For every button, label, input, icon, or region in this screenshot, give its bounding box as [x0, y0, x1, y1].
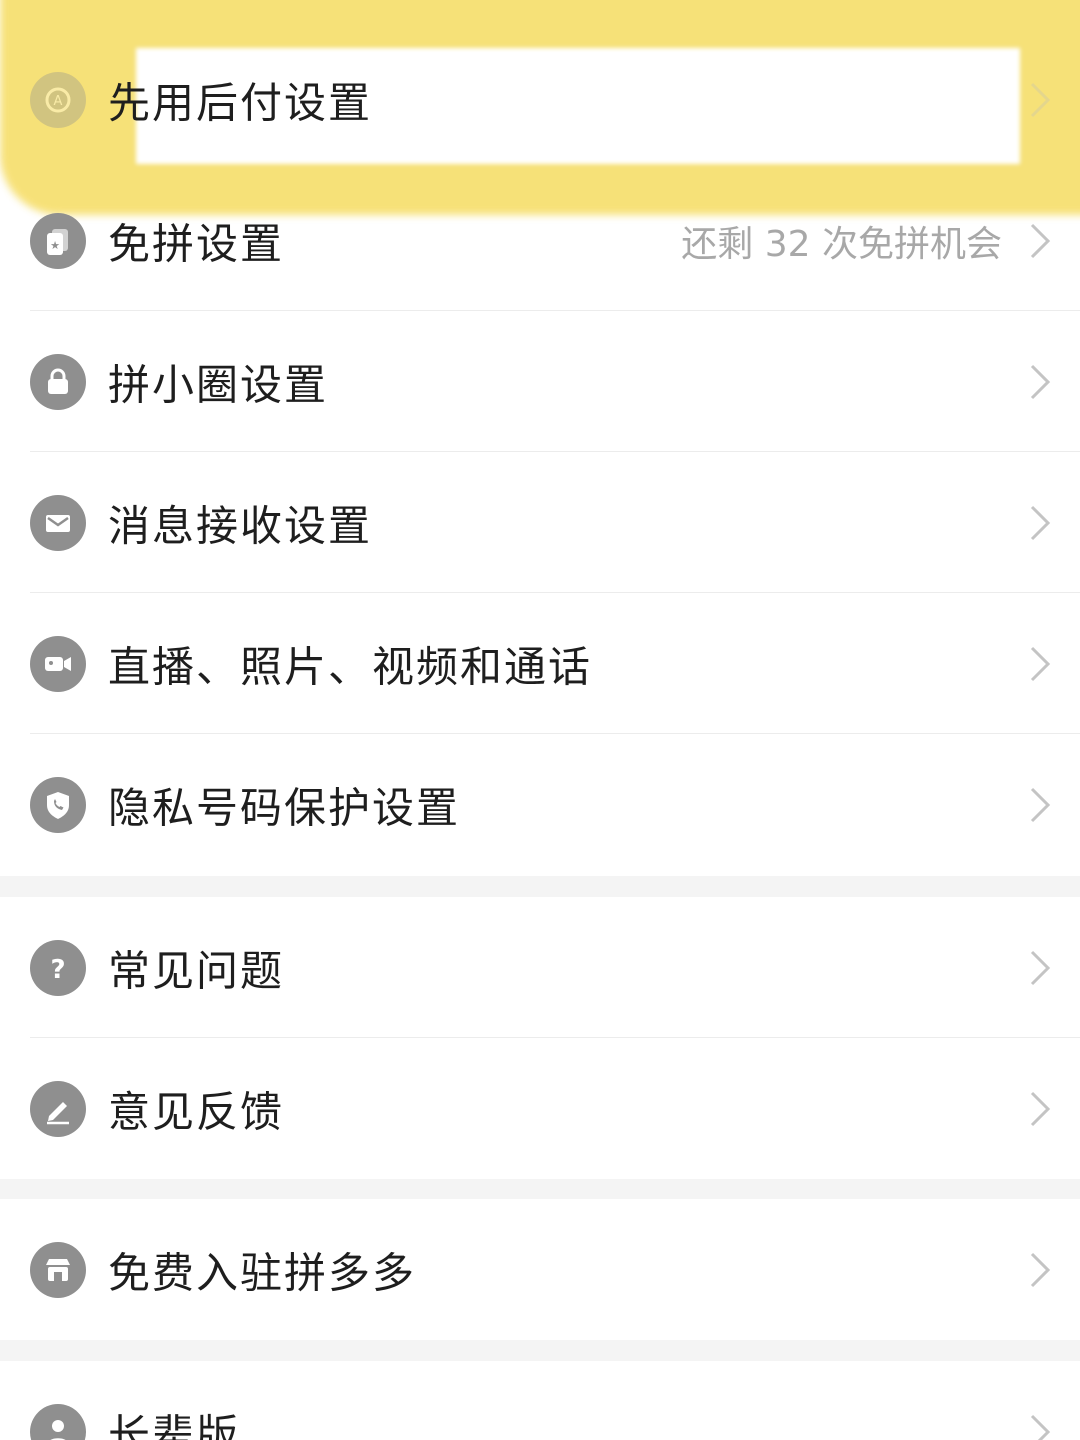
- row-label: 免拼设置: [108, 219, 285, 268]
- row-faq[interactable]: ? 常见问题: [0, 897, 1080, 1038]
- chevron-right-icon: [1030, 505, 1051, 540]
- row-label: 拼小圈设置: [108, 360, 329, 409]
- row-label: 消息接收设置: [108, 501, 373, 550]
- settings-group: A 先用后付设置 ★ 免拼设置 还剩 32 次免拼机会 拼小圈设置 消息接收设置…: [0, 0, 1080, 876]
- elder-icon: [30, 1403, 86, 1440]
- row-media[interactable]: 直播、照片、视频和通话: [0, 593, 1080, 734]
- row-label: 常见问题: [108, 946, 285, 995]
- question-icon: ?: [30, 939, 86, 996]
- row-label: 免费入驻拼多多: [108, 1248, 417, 1297]
- chevron-right-icon: [1030, 364, 1051, 399]
- row-privacy-number[interactable]: 隐私号码保护设置: [0, 734, 1080, 876]
- row-label: 先用后付设置: [108, 78, 373, 128]
- row-free-group[interactable]: ★ 免拼设置 还剩 32 次免拼机会: [0, 170, 1080, 311]
- chevron-right-icon: [1030, 950, 1051, 985]
- row-label: 意见反馈: [108, 1087, 285, 1136]
- row-messages[interactable]: 消息接收设置: [0, 452, 1080, 593]
- pay-later-icon: A: [30, 72, 86, 128]
- free-group-remaining: 还剩 32 次免拼机会: [681, 223, 1002, 265]
- chevron-right-icon: [1030, 82, 1051, 118]
- row-merchant-join[interactable]: 免费入驻拼多多: [0, 1199, 1080, 1340]
- video-camera-icon: [30, 635, 86, 692]
- cards-icon: ★: [30, 212, 86, 269]
- lock-icon: [30, 353, 86, 410]
- settings-screen: A 先用后付设置 ★ 免拼设置 还剩 32 次免拼机会 拼小圈设置 消息接收设置…: [0, 0, 1080, 1440]
- row-elder-mode[interactable]: 长辈版: [0, 1361, 1080, 1440]
- row-label: 直播、照片、视频和通话: [108, 642, 593, 691]
- row-feedback[interactable]: 意见反馈: [0, 1038, 1080, 1179]
- chevron-right-icon: [1030, 1252, 1051, 1287]
- pencil-icon: [30, 1080, 86, 1137]
- elder-group: 长辈版: [0, 1361, 1080, 1440]
- svg-text:A: A: [54, 94, 63, 109]
- help-group: ? 常见问题 意见反馈: [0, 897, 1080, 1179]
- chevron-right-icon: [1030, 646, 1051, 681]
- chevron-right-icon: [1030, 787, 1051, 823]
- svg-text:★: ★: [50, 239, 60, 252]
- chevron-right-icon: [1030, 1091, 1051, 1126]
- shield-phone-icon: [30, 777, 86, 833]
- mail-icon: [30, 494, 86, 551]
- store-icon: [30, 1241, 86, 1298]
- chevron-right-icon: [1030, 223, 1051, 258]
- row-circle[interactable]: 拼小圈设置: [0, 311, 1080, 452]
- row-label: 隐私号码保护设置: [108, 783, 461, 833]
- chevron-right-icon: [1030, 1414, 1051, 1440]
- merchant-group: 免费入驻拼多多: [0, 1199, 1080, 1340]
- svg-text:?: ?: [50, 955, 65, 985]
- row-label: 长辈版: [108, 1410, 241, 1440]
